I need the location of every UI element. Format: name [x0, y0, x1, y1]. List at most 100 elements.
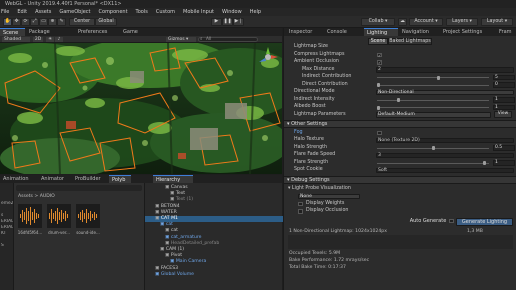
property-checkbox[interactable]: [377, 130, 382, 135]
layers-dropdown[interactable]: Layers ▾: [446, 18, 478, 26]
scale-tool-icon[interactable]: ⤢: [30, 18, 39, 26]
hierarchy-item[interactable]: ▣ cat: [145, 228, 283, 234]
asset-audio-thumb[interactable]: [76, 204, 100, 228]
2d-toggle[interactable]: 2D: [33, 36, 43, 42]
menu-custom[interactable]: Custom: [156, 8, 175, 16]
tab-scene[interactable]: Scene: [0, 28, 25, 36]
property-field[interactable]: 2: [376, 67, 514, 73]
tab-console[interactable]: Console: [324, 28, 358, 36]
generate-lighting-button[interactable]: Generate Lighting: [456, 217, 513, 226]
auto-generate-toggle[interactable]: Auto Generate: [408, 218, 448, 226]
menu-component[interactable]: Component: [99, 8, 128, 16]
menu-tools[interactable]: Tools: [136, 8, 148, 16]
slider-track[interactable]: [377, 107, 489, 108]
tab-game[interactable]: Game: [120, 28, 148, 36]
section-other-settings[interactable]: ▾ Other Settings: [284, 120, 516, 128]
folder-item[interactable]: S: [0, 243, 13, 249]
menu-file[interactable]: File: [1, 8, 9, 16]
custom-tool-icon[interactable]: ✎: [57, 18, 66, 26]
section-debug-settings[interactable]: ▾ Debug Settings: [284, 175, 516, 184]
slider-handle[interactable]: [436, 75, 440, 80]
hierarchy-item[interactable]: ▣ BETON4: [145, 204, 283, 210]
shading-mode-dropdown[interactable]: Shaded: [2, 36, 30, 42]
slider-value[interactable]: 5: [493, 74, 515, 80]
hierarchy-item[interactable]: ▣ WATER: [145, 210, 283, 216]
slider-value[interactable]: 0.5: [493, 145, 515, 151]
slider-value[interactable]: 0: [493, 82, 515, 88]
project-search-input[interactable]: [16, 185, 142, 191]
pause-icon[interactable]: ❚❚: [222, 18, 233, 26]
hierarchy-item[interactable]: ▣ Global Volume: [145, 272, 283, 278]
layout-dropdown[interactable]: Layout ▾: [481, 18, 513, 26]
property-checkbox[interactable]: ✓: [377, 60, 382, 65]
auto-generate-checkbox[interactable]: [449, 218, 454, 223]
hand-tool-icon[interactable]: ✋: [3, 18, 12, 26]
tab-animator[interactable]: Animator: [38, 175, 72, 183]
slider-handle[interactable]: [377, 105, 380, 110]
tab-animation[interactable]: Animation: [0, 175, 34, 183]
menu-help[interactable]: Help: [250, 8, 261, 16]
light-probe-visualization-header[interactable]: ▾ Light Probe Visualization: [284, 186, 516, 193]
audio-toggle-icon[interactable]: ♪: [55, 36, 63, 42]
slider-value[interactable]: 1: [493, 104, 515, 110]
slider-handle[interactable]: [431, 146, 435, 150]
slider-track[interactable]: [377, 99, 489, 101]
tab-preferences[interactable]: Preferences: [75, 28, 119, 36]
hierarchy-item[interactable]: ▣ Canvas: [145, 185, 283, 191]
tab-lighting[interactable]: Lighting: [364, 28, 398, 36]
cloud-icon[interactable]: ☁: [398, 18, 407, 26]
rotate-tool-icon[interactable]: ⟳: [21, 18, 30, 26]
hierarchy-item[interactable]: ▣ HeadDetailed_prefab: [145, 241, 283, 247]
axis-gizmo-icon[interactable]: [256, 46, 280, 68]
tab-hierarchy[interactable]: Hierarchy: [153, 175, 193, 183]
property-dropdown[interactable]: Non-Directional: [376, 89, 514, 95]
tab-package-manager[interactable]: Package Manager: [26, 28, 72, 43]
tab-probuilder[interactable]: ProBuilder: [72, 175, 110, 183]
lighting-toggle-icon[interactable]: ☀: [46, 36, 54, 42]
hierarchy-item[interactable]: ▣ cat_armature: [145, 235, 283, 241]
menu-assets[interactable]: Assets: [35, 8, 51, 16]
hierarchy-item[interactable]: ▣ CAT M1: [145, 216, 283, 222]
menu-window[interactable]: Window: [222, 8, 242, 16]
slider-track[interactable]: [377, 162, 489, 164]
property-field[interactable]: 3: [376, 152, 514, 158]
rect-tool-icon[interactable]: ▭: [39, 18, 48, 26]
scene-search-input[interactable]: ⌕ All: [198, 36, 258, 42]
asset-audio-thumb[interactable]: [47, 204, 71, 228]
tab-inspector[interactable]: Inspector: [286, 28, 322, 36]
account-dropdown[interactable]: Account ▾: [409, 18, 443, 26]
property-field[interactable]: Soft: [376, 167, 514, 173]
hierarchy-item[interactable]: ▣ Text: [145, 191, 283, 197]
view-button[interactable]: View: [494, 111, 512, 118]
slider-track[interactable]: [377, 77, 489, 78]
pivot-global-toggle[interactable]: Global: [95, 18, 117, 26]
tab-project[interactable]: Polyb: [109, 175, 131, 183]
hierarchy-item[interactable]: ▣ CAM (1): [145, 247, 283, 253]
hierarchy-item[interactable]: ▣ Text (1): [145, 197, 283, 203]
menu-gameobject[interactable]: GameObject: [59, 8, 90, 16]
hierarchy-item[interactable]: ▣ Pivot: [145, 253, 283, 259]
collab-dropdown[interactable]: Collab ▾: [361, 18, 395, 26]
hierarchy-item[interactable]: ▣ cat: [145, 222, 283, 228]
property-checkbox[interactable]: [298, 201, 303, 206]
scene-viewport[interactable]: [0, 43, 282, 174]
menu-mobile-input[interactable]: Mobile Input: [183, 8, 214, 16]
property-field[interactable]: None (Texture 2D): [376, 137, 514, 143]
property-checkbox[interactable]: [298, 209, 303, 214]
transform-tool-icon[interactable]: ⊕: [48, 18, 57, 26]
hierarchy-item[interactable]: ▣ FACES3: [145, 266, 283, 272]
slider-handle[interactable]: [482, 161, 486, 165]
pivot-center-toggle[interactable]: Center: [69, 18, 95, 26]
slider-value[interactable]: 1: [493, 97, 515, 103]
menu-edit[interactable]: Edit: [17, 8, 27, 16]
tab-frame-debugger[interactable]: Fram: [496, 28, 516, 36]
folder-item[interactable]: eme2: [0, 201, 13, 207]
gizmos-dropdown[interactable]: Gizmos ▾: [166, 36, 196, 42]
step-icon[interactable]: ▶❘: [233, 18, 244, 26]
slider-track[interactable]: [377, 84, 489, 86]
move-tool-icon[interactable]: ✥: [12, 18, 21, 26]
slider-handle[interactable]: [396, 98, 400, 102]
tab-project-settings[interactable]: Project Settings: [440, 28, 496, 36]
property-dropdown[interactable]: Default-Medium: [376, 112, 491, 118]
light-probe-dropdown[interactable]: None: [298, 193, 360, 199]
